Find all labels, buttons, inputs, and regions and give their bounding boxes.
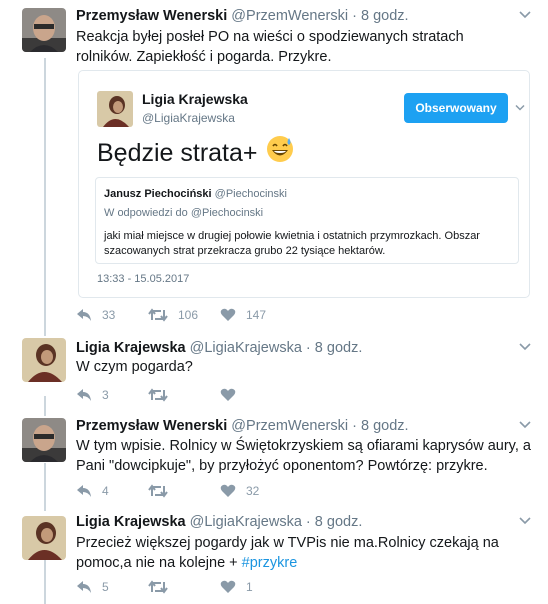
retweet-button[interactable]: 106	[148, 306, 198, 324]
nested-tweet-text: jaki miał miejsce w drugiej połowie kwie…	[104, 230, 480, 257]
quoted-author-name[interactable]: Ligia Krajewska	[142, 91, 248, 107]
reply-button[interactable]: 5	[76, 578, 109, 596]
retweet-icon	[148, 484, 168, 498]
author-handle[interactable]: @LigiaKrajewska	[190, 340, 302, 356]
avatar[interactable]	[22, 418, 66, 462]
tweet-text: Przecież większej pogardy jak w TVPis ni…	[76, 533, 516, 573]
quoted-timestamp[interactable]: 13:33 - 15.05.2017	[97, 273, 189, 285]
author-handle[interactable]: @PrzemWenerski	[231, 8, 348, 24]
tweet-actions: 3	[76, 386, 376, 404]
avatar[interactable]	[22, 516, 66, 560]
retweet-button[interactable]	[148, 386, 168, 404]
quoted-tweet-card[interactable]: Ligia Krajewska @LigiaKrajewska Obserwow…	[78, 70, 530, 298]
nested-author-handle[interactable]: @Piechocinski	[215, 188, 287, 200]
separator: ·	[352, 418, 357, 434]
like-count: 1	[246, 580, 253, 594]
like-button[interactable]: 147	[220, 306, 266, 324]
reply-count: 3	[102, 388, 109, 402]
tweet: Przemysław Wenerski @PrzemWenerski · 8 g…	[0, 418, 548, 504]
avatar[interactable]	[22, 338, 66, 382]
tweet-actions: 33 106 147	[76, 306, 376, 324]
separator: ·	[352, 8, 357, 24]
like-count: 147	[246, 308, 267, 322]
like-button[interactable]	[220, 386, 236, 404]
like-button[interactable]: 32	[220, 482, 259, 500]
retweet-button[interactable]	[148, 578, 168, 596]
chevron-down-icon[interactable]	[514, 101, 526, 119]
reply-button[interactable]: 3	[76, 386, 109, 404]
timestamp[interactable]: 8 godz.	[315, 340, 363, 356]
follow-button[interactable]: Obserwowany	[404, 93, 508, 123]
timestamp[interactable]: 8 godz.	[361, 8, 409, 24]
avatar[interactable]	[22, 8, 66, 52]
retweet-count: 106	[178, 308, 199, 322]
chevron-down-icon[interactable]	[518, 514, 532, 528]
reply-count: 5	[102, 580, 109, 594]
like-icon	[220, 308, 236, 321]
tweet: Przemysław Wenerski @PrzemWenerski · 8 g…	[0, 0, 548, 330]
retweet-icon	[148, 388, 168, 402]
grinning-sweat-emoji-icon	[266, 135, 294, 171]
timestamp[interactable]: 8 godz.	[361, 418, 409, 434]
retweet-button[interactable]	[148, 482, 168, 500]
author-name[interactable]: Ligia Krajewska	[76, 340, 186, 356]
like-button[interactable]: 1	[220, 578, 253, 596]
reply-icon	[77, 581, 91, 593]
tweet-text: W tym wpisie. Rolnicy w Świętokrzyskiem …	[76, 438, 531, 474]
tweet: Ligia Krajewska @LigiaKrajewska · 8 godz…	[0, 338, 548, 408]
reply-icon	[77, 485, 91, 497]
reply-button[interactable]: 4	[76, 482, 109, 500]
author-name[interactable]: Przemysław Wenerski	[76, 418, 227, 434]
separator: ·	[305, 514, 311, 530]
hashtag-link[interactable]: #przykre	[242, 555, 298, 571]
tweet-actions: 5 1	[76, 578, 376, 596]
like-count: 32	[246, 484, 260, 498]
like-icon	[220, 580, 236, 593]
retweet-icon	[148, 308, 168, 322]
avatar[interactable]	[97, 91, 133, 127]
quoted-tweet-text: Będzie strata+	[97, 135, 294, 171]
like-icon	[220, 388, 236, 401]
timestamp[interactable]: 8 godz.	[315, 514, 363, 530]
reply-icon	[77, 389, 91, 401]
reply-count: 4	[102, 484, 109, 498]
reply-context: W odpowiedzi do @Piechocinski	[104, 207, 264, 219]
tweet-text: W czym pogarda?	[76, 359, 193, 375]
chevron-down-icon[interactable]	[518, 418, 532, 432]
quoted-text: Będzie strata+	[97, 139, 258, 167]
author-handle[interactable]: @LigiaKrajewska	[190, 514, 302, 530]
nested-author-name[interactable]: Janusz Piechociński	[104, 188, 212, 200]
separator: ·	[305, 340, 311, 356]
chevron-down-icon[interactable]	[518, 8, 532, 22]
retweet-icon	[148, 580, 168, 594]
author-name[interactable]: Przemysław Wenerski	[76, 8, 227, 24]
author-name[interactable]: Ligia Krajewska	[76, 514, 186, 530]
author-handle[interactable]: @PrzemWenerski	[231, 418, 348, 434]
tweet: Ligia Krajewska @LigiaKrajewska · 8 godz…	[0, 514, 548, 604]
tweet-text: Reakcja byłej posłeł PO na wieści o spod…	[76, 29, 464, 65]
like-icon	[220, 484, 236, 497]
reply-button[interactable]: 33	[76, 306, 115, 324]
reply-icon	[77, 309, 91, 321]
reply-count: 33	[102, 308, 116, 322]
chevron-down-icon[interactable]	[518, 340, 532, 354]
quoted-author-handle[interactable]: @LigiaKrajewska	[142, 111, 235, 125]
nested-quoted-tweet[interactable]: Janusz Piechociński @Piechocinski W odpo…	[95, 177, 519, 264]
tweet-actions: 4 32	[76, 482, 376, 500]
